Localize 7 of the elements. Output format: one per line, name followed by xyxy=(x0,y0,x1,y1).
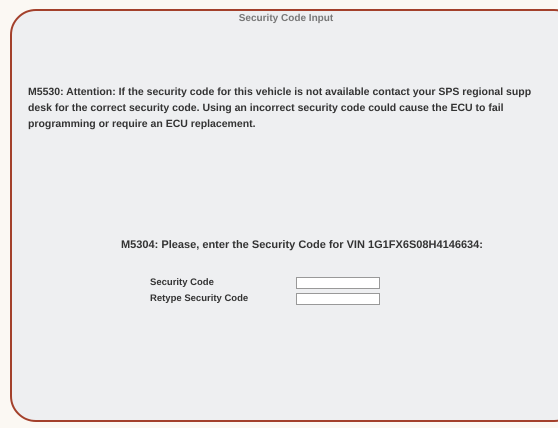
input-field[interactable] xyxy=(296,292,380,305)
input-field[interactable] xyxy=(296,276,380,289)
field-label: Retype Security Code xyxy=(150,292,250,306)
window-title: Security Code Input xyxy=(238,12,334,26)
attention-message: M5530: Attention: If the security code for this vehicle is not available contact your SPS regional supp desk for the correct security code. Using an incorrect security code could cause the ECU to fail programming or require an ECU replacement. xyxy=(28,85,532,132)
field-label: Security Code xyxy=(150,276,215,290)
vin-prompt: M5304: Please, enter the Security Code for VIN 1G1FX6S08H4146634: xyxy=(121,238,483,253)
